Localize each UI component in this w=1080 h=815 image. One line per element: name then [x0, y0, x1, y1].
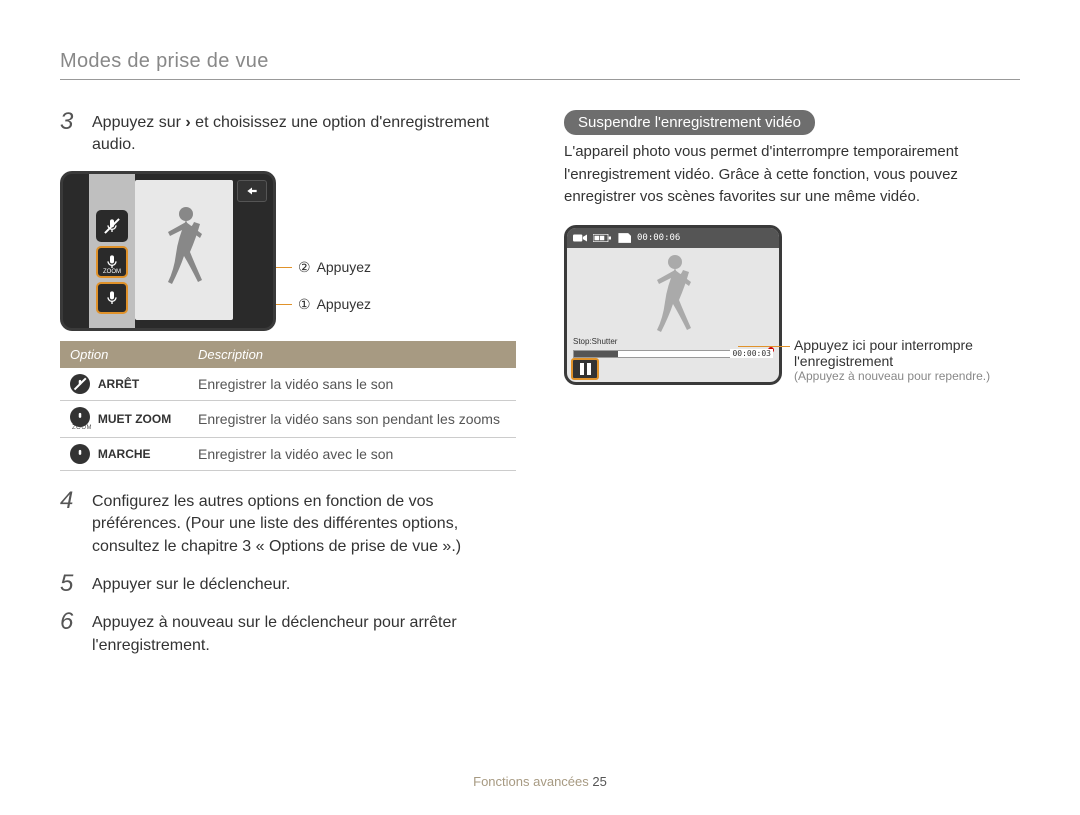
opt-desc: Enregistrer la vidéo sans son pendant le… — [188, 400, 516, 437]
opt-name: MARCHE — [98, 447, 151, 461]
mic-zoom-icon[interactable]: ZOOM — [96, 246, 128, 278]
stop-hint: Stop:Shutter — [573, 337, 617, 346]
callout-2-text: Appuyez — [317, 259, 371, 275]
step-text: Appuyez sur › et choisissez une option d… — [92, 110, 516, 157]
table-row: ZOOM MUET ZOOM Enregistrer la vidéo sans… — [60, 400, 516, 437]
battery-icon — [593, 234, 611, 242]
recording-total-time: 00:00:06 — [637, 233, 680, 243]
table-row: MARCHE Enregistrer la vidéo avec le son — [60, 437, 516, 470]
pause-screenshot-wrap: 00:00:06 Stop:Shutter 00:00:03 — [564, 225, 1020, 385]
left-column: 3 Appuyez sur › et choisissez une option… — [60, 110, 516, 671]
circled-2-icon: ② — [298, 259, 311, 276]
step3-text-a: Appuyez sur — [92, 114, 185, 131]
opt-name: MUET ZOOM — [98, 412, 171, 426]
step-number: 3 — [60, 110, 82, 134]
camera-screen-1: ZOOM — [60, 171, 276, 331]
pause-icon — [580, 363, 584, 375]
th-description: Description — [188, 341, 516, 368]
page-header: Modes de prise de vue — [60, 50, 1020, 80]
right-column: Suspendre l'enregistrement vidéo L'appar… — [564, 110, 1020, 671]
preview-scene — [567, 248, 779, 348]
camera-status-bar: 00:00:06 — [567, 228, 779, 248]
step-number: 5 — [60, 572, 82, 596]
th-option: Option — [60, 341, 188, 368]
table-row: ARRÊT Enregistrer la vidéo sans le son — [60, 368, 516, 401]
mic-on-icon — [70, 444, 90, 464]
step-text: Appuyer sur le déclencheur. — [92, 572, 290, 596]
callout-labels: ② Appuyez ① Appuyez — [292, 189, 371, 313]
footer-section: Fonctions avancées — [473, 774, 589, 789]
step-text: Appuyez à nouveau sur le déclencheur pou… — [92, 610, 516, 657]
callout-text: Appuyez ici pour interrompre l'enregistr… — [794, 337, 1020, 369]
return-button[interactable] — [237, 180, 267, 202]
circled-1-icon: ① — [298, 296, 311, 313]
section-pill: Suspendre l'enregistrement vidéo — [564, 110, 815, 135]
skater-icon — [154, 202, 214, 297]
step-number: 6 — [60, 610, 82, 634]
section-paragraph: L'appareil photo vous permet d'interromp… — [564, 141, 1020, 209]
step-3: 3 Appuyez sur › et choisissez une option… — [60, 110, 516, 157]
pause-callout: Appuyez ici pour interrompre l'enregistr… — [794, 337, 1020, 385]
progress-fill — [574, 351, 618, 357]
step-number: 4 — [60, 489, 82, 513]
mic-off-icon[interactable] — [96, 210, 128, 242]
footer-page-number: 25 — [592, 774, 606, 789]
callout-2: ② Appuyez — [292, 259, 371, 276]
opt-desc: Enregistrer la vidéo sans le son — [188, 368, 516, 401]
opt-desc: Enregistrer la vidéo avec le son — [188, 437, 516, 470]
opt-name: ARRÊT — [98, 377, 139, 391]
callout-hint: (Appuyez à nouveau pour rependre.) — [794, 369, 1020, 383]
elapsed-time: 00:00:03 — [730, 349, 773, 358]
callout-1-text: Appuyez — [317, 296, 371, 312]
audio-option-screenshot: ZOOM ② Appuyez ① Appuyez — [60, 171, 516, 331]
skater-icon — [643, 250, 703, 345]
step-text: Configurez les autres options en fonctio… — [92, 489, 516, 558]
mic-on-icon[interactable] — [96, 282, 128, 314]
pause-icon — [587, 363, 591, 375]
preview-scene — [135, 180, 233, 320]
card-icon — [617, 233, 631, 243]
pause-button[interactable] — [571, 358, 599, 380]
step-6: 6 Appuyez à nouveau sur le déclencheur p… — [60, 610, 516, 657]
mic-icon-column: ZOOM — [93, 210, 131, 314]
options-table: Option Description ARRÊT Enregistrer la … — [60, 341, 516, 471]
zoom-label: ZOOM — [103, 269, 121, 275]
return-icon — [245, 185, 259, 197]
callout-1: ① Appuyez — [292, 296, 371, 313]
step-4: 4 Configurez les autres options en fonct… — [60, 489, 516, 558]
page-footer: Fonctions avancées 25 — [0, 774, 1080, 789]
mic-off-icon — [70, 374, 90, 394]
camera-screen-2: 00:00:06 Stop:Shutter 00:00:03 — [564, 225, 782, 385]
step-5: 5 Appuyer sur le déclencheur. — [60, 572, 516, 596]
mic-zoom-icon — [70, 407, 90, 427]
video-icon — [573, 233, 587, 243]
